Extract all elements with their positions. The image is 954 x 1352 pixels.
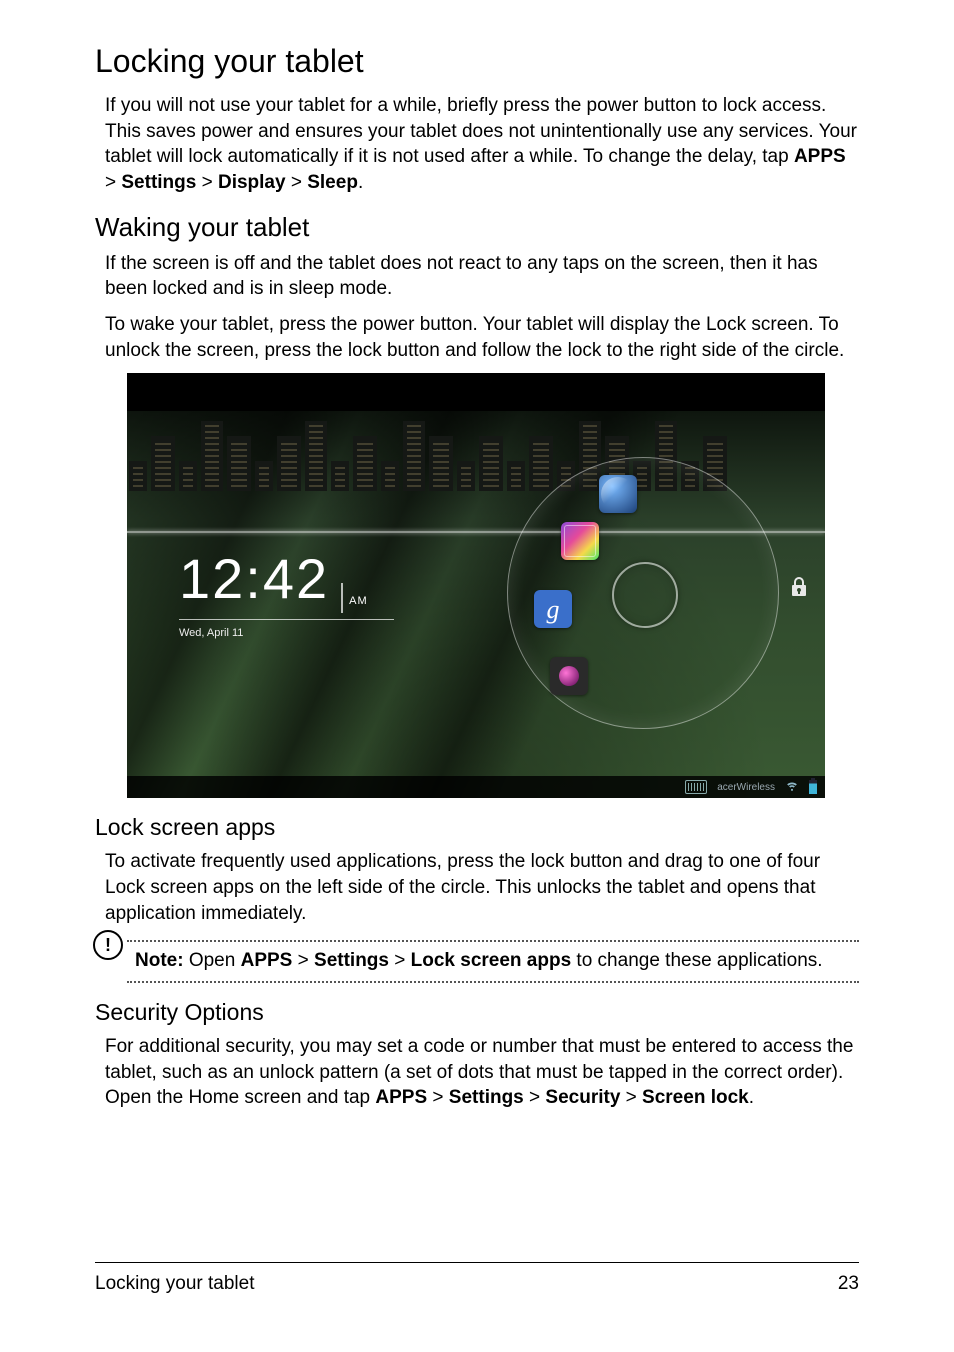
footer-page-number: 23 (838, 1271, 859, 1297)
lock-app-browser-icon[interactable] (599, 475, 637, 513)
clock-time-value: 12:42 (179, 541, 329, 617)
lock-app-camera-icon[interactable] (550, 657, 588, 695)
heading-security: Security Options (95, 997, 859, 1028)
clock-ampm: AM (349, 594, 368, 609)
lock-app-google-icon[interactable]: g (534, 590, 572, 628)
note-pre: Open (184, 950, 241, 971)
path-sep1: > (105, 172, 121, 193)
clock-ampm-separator (341, 583, 343, 613)
para-intro: If you will not use your tablet for a wh… (105, 93, 859, 196)
path-sleep: Sleep (307, 172, 358, 193)
spath-sep3: > (620, 1087, 642, 1108)
alert-icon: ! (93, 930, 123, 960)
spath-sep1: > (427, 1087, 449, 1108)
lock-clock: 12:42 AM Wed, April 11 (179, 541, 394, 640)
para-security: For additional security, you may set a c… (105, 1034, 859, 1111)
keyboard-icon (685, 780, 707, 794)
figure-sky (127, 373, 825, 411)
para-intro-text: If you will not use your tablet for a wh… (105, 95, 857, 167)
footer-title: Locking your tablet (95, 1271, 255, 1297)
path-end: . (358, 172, 363, 193)
para-waking-1: If the screen is off and the tablet does… (105, 251, 859, 302)
figure-skyline (127, 411, 825, 491)
note-label: Note: (135, 950, 184, 971)
heading-waking: Waking your tablet (95, 210, 859, 245)
path-apps: APPS (794, 146, 846, 167)
spath-security: Security (545, 1087, 620, 1108)
unlock-target-lock-icon[interactable] (787, 575, 811, 607)
para-lock-apps: To activate frequently used applications… (105, 849, 859, 926)
lock-screen-figure: 12:42 AM Wed, April 11 g acerWireless (127, 373, 825, 798)
para-waking-2: To wake your tablet, press the power but… (105, 312, 859, 363)
note-post: to change these applications. (571, 950, 822, 971)
wifi-label: acerWireless (717, 781, 775, 795)
path-display: Display (218, 172, 286, 193)
note-settings: Settings (314, 950, 389, 971)
note-block: ! Note: Open APPS > Settings > Lock scre… (127, 940, 859, 983)
note-lockapps: Lock screen apps (411, 950, 572, 971)
clock-date: Wed, April 11 (179, 626, 394, 641)
battery-icon (809, 780, 817, 794)
unlock-handle[interactable] (612, 562, 678, 628)
status-bar: acerWireless (127, 776, 825, 798)
spath-end: . (749, 1087, 754, 1108)
clock-divider (179, 619, 394, 620)
note-sep1: > (292, 950, 314, 971)
heading-locking: Locking your tablet (95, 40, 859, 83)
spath-sep2: > (524, 1087, 546, 1108)
page-footer: Locking your tablet 23 (95, 1262, 859, 1297)
lock-app-gallery-icon[interactable] (561, 522, 599, 560)
wifi-icon (785, 778, 799, 797)
path-settings: Settings (121, 172, 196, 193)
path-sep2: > (196, 172, 218, 193)
note-sep2: > (389, 950, 411, 971)
note-apps: APPS (241, 950, 293, 971)
path-sep3: > (286, 172, 308, 193)
note-text: Note: Open APPS > Settings > Lock screen… (135, 948, 859, 975)
spath-screenlock: Screen lock (642, 1087, 749, 1108)
spath-settings: Settings (449, 1087, 524, 1108)
spath-apps: APPS (375, 1087, 427, 1108)
heading-lock-apps: Lock screen apps (95, 812, 859, 843)
